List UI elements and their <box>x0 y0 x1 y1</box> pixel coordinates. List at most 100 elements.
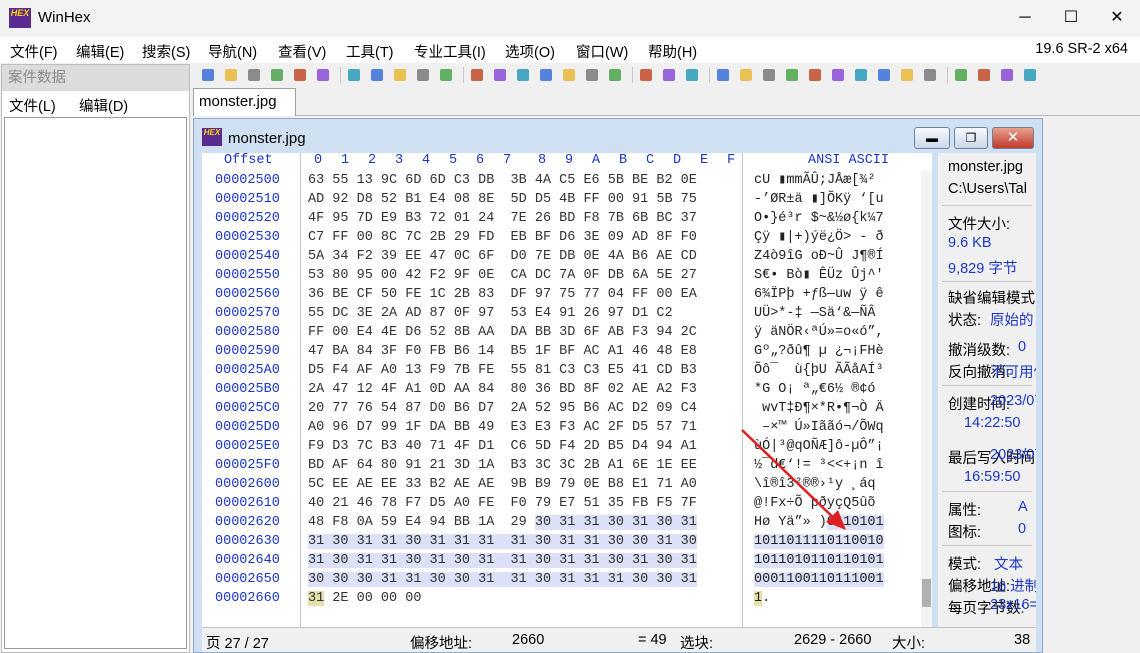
disk-tools-icon[interactable] <box>761 67 777 83</box>
ascii-row[interactable]: Õô¯ ù{þU ÃÃåAÍ³ <box>754 361 884 380</box>
ascii-row[interactable]: 0001100110111001 <box>754 570 884 589</box>
menu-edit[interactable]: 编辑(E) <box>76 41 124 62</box>
open-disk-icon[interactable] <box>315 67 331 83</box>
ascii-row[interactable]: *G O¡ ª„€6½ ®¢ó <box>754 380 876 399</box>
hex-row[interactable]: 5A 34 F2 39 EE 47 0C 6F D0 7E DB 0E 4A B… <box>308 247 697 266</box>
ascii-row[interactable]: @!Fx÷Õ þðyçQ5ûõ <box>754 494 876 513</box>
goto-offset-icon[interactable] <box>607 67 623 83</box>
hex-row[interactable]: D5 F4 AF A0 13 F9 7B FE 55 81 C3 C3 E5 4… <box>308 361 697 380</box>
calculator-icon[interactable] <box>784 67 800 83</box>
hex-row[interactable]: 55 DC 3E 2A AD 87 0F 97 53 E4 91 26 97 D… <box>308 304 673 323</box>
menu-window[interactable]: 窗口(W) <box>576 41 628 62</box>
hex-row[interactable]: 36 BE CF 50 FE 1C 2B 83 DF 97 75 77 04 F… <box>308 285 697 304</box>
ascii-row[interactable]: –×™ Ú»Iããó¬/ÕWq <box>754 418 884 437</box>
ascii-row[interactable]: ùÓ|³@qOÑÆ]ô-µÔ”¡ <box>754 437 884 456</box>
open-folder-icon[interactable] <box>223 67 239 83</box>
replace-hex-icon[interactable] <box>561 67 577 83</box>
hex-row[interactable]: A0 96 D7 99 1F DA BB 49 E3 E3 F3 AC 2F D… <box>308 418 697 437</box>
options-icon[interactable] <box>876 67 892 83</box>
hex-row[interactable]: 20 77 76 54 87 D0 B6 D7 2A 52 95 B6 AC D… <box>308 399 697 418</box>
ascii-row[interactable]: ÿ äNÖR‹ªÚ»=o«ó”, <box>754 323 884 342</box>
minimize-icon[interactable]: ─ <box>1002 0 1048 36</box>
hex-row[interactable]: 31 2E 00 00 00 <box>308 589 421 608</box>
copy-icon[interactable] <box>369 67 385 83</box>
new-file-icon[interactable] <box>200 67 216 83</box>
ascii-row[interactable]: UÜ>*-‡ —Sä‘&—ÑÂ <box>754 304 876 323</box>
hex-row[interactable]: C7 FF 00 8C 7C 2B 29 FD EB BF D6 3E 09 A… <box>308 228 697 247</box>
back-icon[interactable] <box>661 67 677 83</box>
hex-row[interactable]: F9 D3 7C B3 40 71 4F D1 C6 5D F4 2D B5 D… <box>308 437 697 456</box>
navigation-icon[interactable] <box>922 67 938 83</box>
doc-restore-icon[interactable]: ❐ <box>954 127 988 149</box>
ascii-row[interactable]: 1. <box>754 589 770 608</box>
ascii-row[interactable]: Gº„?ðû¶ µ ¿¬¡FHè <box>754 342 884 361</box>
tab-monster-jpg[interactable]: monster.jpg <box>193 88 296 116</box>
hex-row[interactable]: FF 00 E4 4E D6 52 8B AA DA BB 3D 6F AB F… <box>308 323 697 342</box>
replace-text-icon[interactable] <box>538 67 554 83</box>
menu-specialist-tools[interactable]: 专业工具(I) <box>414 41 486 62</box>
find-again-icon[interactable] <box>584 67 600 83</box>
hex-editor[interactable]: Offset ANSI ASCII 0 1 2 3 4 5 6 7 8 9 A B C D E F 00002… <box>202 153 932 627</box>
save-icon[interactable] <box>246 67 262 83</box>
print-icon[interactable] <box>269 67 285 83</box>
ascii-row[interactable]: ½¯d€‘!= ³<<+¡n î <box>754 456 884 475</box>
close-icon[interactable]: ✕ <box>1094 0 1140 36</box>
menu-file[interactable]: 文件(F) <box>10 41 58 62</box>
ascii-row[interactable]: O•}é³r $~&½ø{k¼7 <box>754 209 884 228</box>
hex-write-icon[interactable] <box>469 67 485 83</box>
menu-options[interactable]: 选项(O) <box>505 41 555 62</box>
ascii-row[interactable]: -’ØR±ä ▮]ÕKÿ ‘[u <box>754 190 884 209</box>
doc-close-icon[interactable]: ✕ <box>992 127 1034 149</box>
ascii-row[interactable]: Z4ò9îG oÐ~Û J¶®Í <box>754 247 884 266</box>
doc-minimize-icon[interactable]: ▬ <box>914 127 950 149</box>
tile-icon[interactable] <box>953 67 969 83</box>
ascii-row[interactable]: wvT‡Ð¶×*R•¶¬Ò Ä <box>754 399 884 418</box>
ascii-row[interactable]: Hø Yä”» )0110101 <box>754 513 884 532</box>
find-text-icon[interactable] <box>492 67 508 83</box>
menu-navigate[interactable]: 导航(N) <box>208 41 257 62</box>
paste-icon[interactable] <box>415 67 431 83</box>
menu-help[interactable]: 帮助(H) <box>648 41 697 62</box>
next-icon[interactable] <box>999 67 1015 83</box>
hex-row[interactable]: 2A 47 12 4F A1 0D AA 84 80 36 BD 8F 02 A… <box>308 380 697 399</box>
case-menu-edit[interactable]: 编辑(D) <box>79 95 128 116</box>
ascii-row[interactable]: Çÿ ▮|+)ýë¿Ö> - ð <box>754 228 884 247</box>
copy-block-icon[interactable] <box>392 67 408 83</box>
hash-icon[interactable] <box>807 67 823 83</box>
goto-sector-icon[interactable] <box>638 67 654 83</box>
ascii-row[interactable]: 1011011110110010 <box>754 532 884 551</box>
template-icon[interactable] <box>899 67 915 83</box>
ascii-row[interactable]: \î®î3²®®›¹y ¸áq <box>754 475 884 494</box>
hex-row[interactable]: 4F 95 7D E9 B3 72 01 24 7E 26 BD F8 7B 6… <box>308 209 697 228</box>
ascii-row[interactable]: 6¾ÏPþ +ƒß—uw ÿ ê <box>754 285 884 304</box>
vertical-scrollbar[interactable] <box>921 171 932 627</box>
hex-row[interactable]: 30 30 30 31 31 30 30 31 31 30 31 31 31 3… <box>308 570 697 589</box>
hex-row[interactable]: AD 92 D8 52 B1 E4 08 8E 5D D5 4B FF 00 9… <box>308 190 697 209</box>
ascii-row[interactable]: S€• Bò▮ ÊÜz Ûj^' <box>754 266 884 285</box>
menu-search[interactable]: 搜索(S) <box>142 41 190 62</box>
maximize-icon[interactable]: ☐ <box>1048 0 1094 36</box>
data-interpreter-icon[interactable] <box>853 67 869 83</box>
hex-row[interactable]: 63 55 13 9C 6D 6D C3 DB 3B 4A C5 E6 5B B… <box>308 171 697 190</box>
hex-row[interactable]: BD AF 64 80 91 21 3D 1A B3 3C 3C 2B A1 6… <box>308 456 697 475</box>
forward-icon[interactable] <box>684 67 700 83</box>
help-book-icon[interactable] <box>1022 67 1038 83</box>
hex-row[interactable]: 31 30 31 31 30 31 30 31 31 30 31 31 30 3… <box>308 551 697 570</box>
compare-icon[interactable] <box>830 67 846 83</box>
hex-row[interactable]: 48 F8 0A 59 E4 94 BB 1A 29 30 31 31 30 3… <box>308 513 697 532</box>
case-tree[interactable] <box>4 117 187 649</box>
ram-edit-icon[interactable] <box>738 67 754 83</box>
menu-tools[interactable]: 工具(T) <box>346 41 394 62</box>
undo-icon[interactable] <box>346 67 362 83</box>
find-hex-icon[interactable] <box>515 67 531 83</box>
hex-row[interactable]: 53 80 95 00 42 F2 9F 0E CA DC 7A 0F DB 6… <box>308 266 697 285</box>
hex-row[interactable]: 47 BA 84 3F F0 FB B6 14 B5 1F BF AC A1 4… <box>308 342 697 361</box>
properties-icon[interactable] <box>292 67 308 83</box>
ascii-row[interactable]: 1011010110110101 <box>754 551 884 570</box>
paste-write-icon[interactable] <box>438 67 454 83</box>
prev-icon[interactable] <box>976 67 992 83</box>
hex-row[interactable]: 5C EE AE EE 33 B2 AE AE 9B B9 79 0E B8 E… <box>308 475 697 494</box>
case-menu-file[interactable]: 文件(L) <box>9 95 56 116</box>
disk-edit-icon[interactable] <box>715 67 731 83</box>
hex-row[interactable]: 31 30 31 31 30 31 31 31 31 30 31 31 30 3… <box>308 532 697 551</box>
